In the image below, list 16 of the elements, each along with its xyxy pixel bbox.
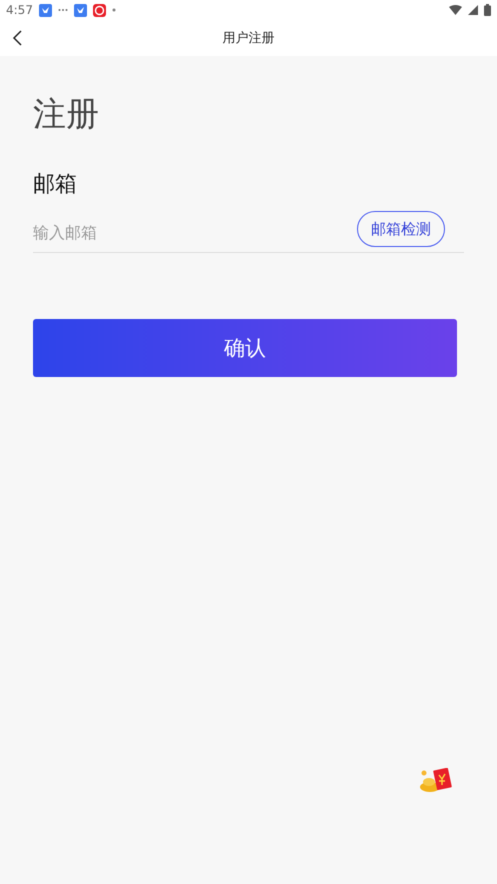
ring-app-icon <box>92 4 106 16</box>
email-check-button[interactable]: 邮箱检测 <box>357 211 445 247</box>
dot-icon <box>112 8 116 12</box>
confirm-button[interactable]: 确认 <box>33 319 457 377</box>
wifi-icon <box>449 5 462 15</box>
signal-icon <box>468 5 478 15</box>
clock-time: 4:57 <box>6 3 33 17</box>
page-title: 用户注册 <box>222 30 274 47</box>
email-input[interactable]: 输入邮箱 <box>33 217 357 247</box>
gift-envelope-icon[interactable] <box>418 768 454 794</box>
bird-app-icon <box>38 4 52 16</box>
page-heading: 注册 <box>33 93 99 135</box>
more-icon <box>58 8 68 12</box>
battery-icon <box>484 4 491 16</box>
field-label: 邮箱 <box>33 171 77 199</box>
bird-app-icon <box>74 4 87 16</box>
